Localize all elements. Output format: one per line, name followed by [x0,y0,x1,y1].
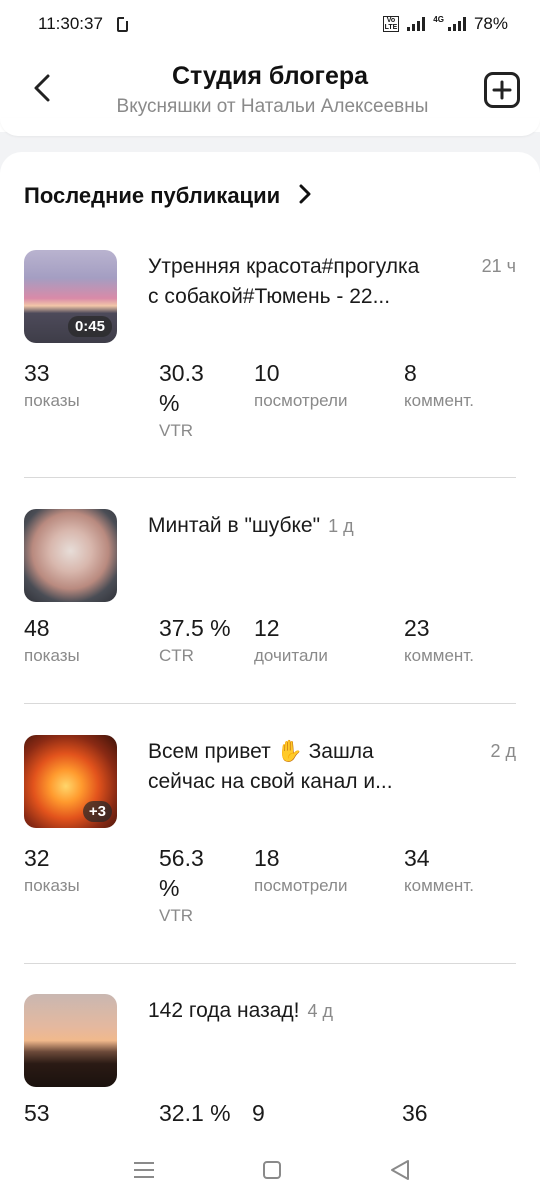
add-square-icon [492,80,512,100]
publication-item[interactable]: +3 Всем привет ✋ Зашла сейчас на свой ка… [24,735,516,955]
stat-vtr: 30.3 % VTR [159,358,204,444]
network-type: 4G [433,14,444,24]
publication-time: 21 ч [481,256,516,276]
publication-title-line: 142 года назад! [148,999,300,1022]
stat-comments: 34 коммент. [404,843,474,899]
publication-thumbnail[interactable]: 0:45 [24,250,117,343]
recent-publications-header[interactable]: Последние публикации [24,180,312,212]
publication-title-line: Минтай в "шубке" [148,514,321,537]
publication-thumbnail[interactable] [24,509,117,602]
home-button[interactable] [258,1156,286,1184]
status-left: 11:30:37 [38,14,128,34]
channel-name: Вкусняшки от Натальи Алексеевны [116,96,429,117]
publication-title-line: сейчас на свой канал и... [148,770,393,793]
stat-value: 8 [404,360,417,386]
chevron-right-icon [298,184,312,209]
stat-label: показы [24,391,80,410]
add-publication-button[interactable] [484,72,520,108]
stat-value: 37.5 % [159,615,231,641]
stat-label: коммент. [404,876,474,895]
page-title: Студия блогера [171,62,369,90]
stat-label: VTR [159,906,193,925]
stat-value: 53 [24,1100,50,1126]
system-navigation-bar [0,1140,540,1200]
publication-thumbnail[interactable]: +3 [24,735,117,828]
stat-vtr: 56.3 % VTR [159,843,204,929]
publication-item[interactable]: Минтай в "шубке" 1 д 48 показы 37.5 % CTR… [24,509,516,689]
stat-impressions: 53 [24,1098,50,1128]
stat-label: посмотрели [254,876,348,895]
divider [24,703,516,704]
stat-label: посмотрели [254,391,348,410]
publication-title[interactable]: 142 года назад! 4 д [148,996,468,1026]
stat-label: CTR [159,646,194,665]
section-title: Последние публикации [24,183,281,208]
publication-title-line: с собакой#Тюмень - 22... [148,285,391,308]
recent-publications-card: Последние публикации 0:45 Утренняя красо… [0,152,540,1152]
more-photos-badge: +3 [82,801,112,822]
stat-label: показы [24,876,80,895]
stat-ctr: 37.5 % CTR [159,613,231,669]
stat-value: 32 [24,845,50,871]
sim-card-icon [116,16,128,32]
stat-label: дочитали [254,646,328,665]
recent-apps-button[interactable] [130,1156,158,1184]
stat-value: 36 [402,1100,428,1126]
battery-percent: 78% [473,14,508,33]
stat-value-unit: % [159,875,180,901]
publication-time: 1 д [328,516,354,536]
stat-comments: 36 [402,1098,428,1128]
publication-item[interactable]: 0:45 Утренняя красота#прогулка с собакой… [24,250,516,470]
stat-label: VTR [159,421,193,440]
stat-value: 9 [252,1100,265,1126]
publication-time: 4 д [307,1001,334,1021]
stat-comments: 8 коммент. [404,358,474,414]
status-time: 11:30:37 [38,14,103,33]
stat-value: 30.3 [159,360,204,386]
stat-value: 32.1 % [159,1100,231,1126]
system-back-button[interactable] [386,1156,414,1184]
stat-label: коммент. [404,391,474,410]
stat-value: 33 [24,360,50,386]
stat-viewed: 9 [252,1098,265,1128]
stat-rate: 32.1 % [159,1098,231,1128]
publication-title[interactable]: Всем привет ✋ Зашла сейчас на свой канал… [148,737,468,797]
stat-impressions: 32 показы [24,843,80,899]
stat-label: показы [24,646,80,665]
stat-value: 48 [24,615,50,641]
publication-title[interactable]: Минтай в "шубке" 1 д [148,511,468,541]
status-bar: 11:30:37 Vo LTE 4G 78% [0,0,540,48]
publication-title-line: Утренняя красота#прогулка [148,255,420,278]
stat-value: 10 [254,360,280,386]
volte-icon: Vo LTE [382,16,400,32]
stat-impressions: 48 показы [24,613,80,669]
divider [24,477,516,478]
stat-value: 18 [254,845,280,871]
stat-value-unit: % [159,390,180,416]
signal-icon-1 [407,17,426,31]
menu-icon [134,1162,154,1178]
stat-read: 12 дочитали [254,613,328,669]
stat-viewed: 10 посмотрели [254,358,347,414]
stat-value: 34 [404,845,430,871]
divider [24,963,516,964]
stat-value: 12 [254,615,280,641]
back-triangle-icon [391,1160,409,1180]
stat-impressions: 33 показы [24,358,80,414]
stat-value: 23 [404,615,430,641]
publication-thumbnail[interactable] [24,994,117,1087]
signal-icon-2 [447,17,466,31]
video-duration-badge: 0:45 [67,316,112,337]
publication-time: 2 д [490,741,516,761]
publication-title[interactable]: Утренняя красота#прогулка с собакой#Тюме… [148,252,468,312]
previous-card-edge [0,118,540,136]
stat-comments: 23 коммент. [404,613,474,669]
publication-title-line: Всем привет ✋ Зашла [148,740,374,763]
publication-item[interactable]: 142 года назад! 4 д 53 32.1 % 9 36 [24,994,516,1152]
stat-viewed: 18 посмотрели [254,843,347,899]
home-square-icon [263,1161,281,1179]
stat-value: 56.3 [159,845,204,871]
status-right: Vo LTE 4G 78% [382,14,508,34]
stat-label: коммент. [404,646,474,665]
